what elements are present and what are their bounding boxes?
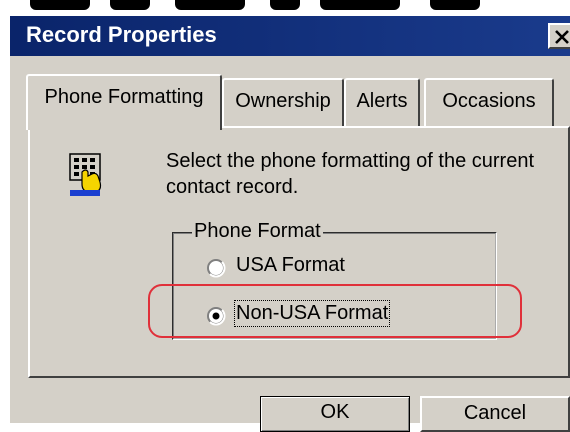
ok-button[interactable]: OK [260,396,410,432]
tab-label: Phone Formatting [44,86,204,108]
dialog-title: Record Properties [26,22,217,47]
phone-format-group: Phone Format USA Format Non-USA Format [172,220,497,340]
radio-unchecked-icon [207,259,226,278]
phone-format-description: Select the phone formatting of the curre… [166,150,534,198]
phone-keypad-hand-icon [69,153,102,196]
record-properties-dialog: Record Properties Phone Formatting Owner… [8,14,570,432]
tab-alerts[interactable]: Alerts [344,78,420,128]
tab-label: Occasions [442,90,536,112]
title-bar: Record Properties [10,16,570,56]
tab-occasions[interactable]: Occasions [424,78,554,128]
close-button[interactable] [548,23,570,49]
radio-checked-icon [207,307,226,326]
tab-panel-phone-formatting: Select the phone formatting of the curre… [28,126,570,378]
usa-format-label: USA Format [236,254,345,276]
tab-label: Ownership [235,90,331,112]
cancel-button[interactable]: Cancel [420,396,570,432]
non-usa-format-label: Non-USA Format [233,300,391,327]
close-icon [555,30,569,44]
tab-phone-formatting[interactable]: Phone Formatting [26,74,222,130]
tab-label: Alerts [356,90,408,112]
tab-ownership[interactable]: Ownership [222,78,344,128]
background-strip [0,0,570,14]
phone-format-legend: Phone Format [192,220,323,243]
